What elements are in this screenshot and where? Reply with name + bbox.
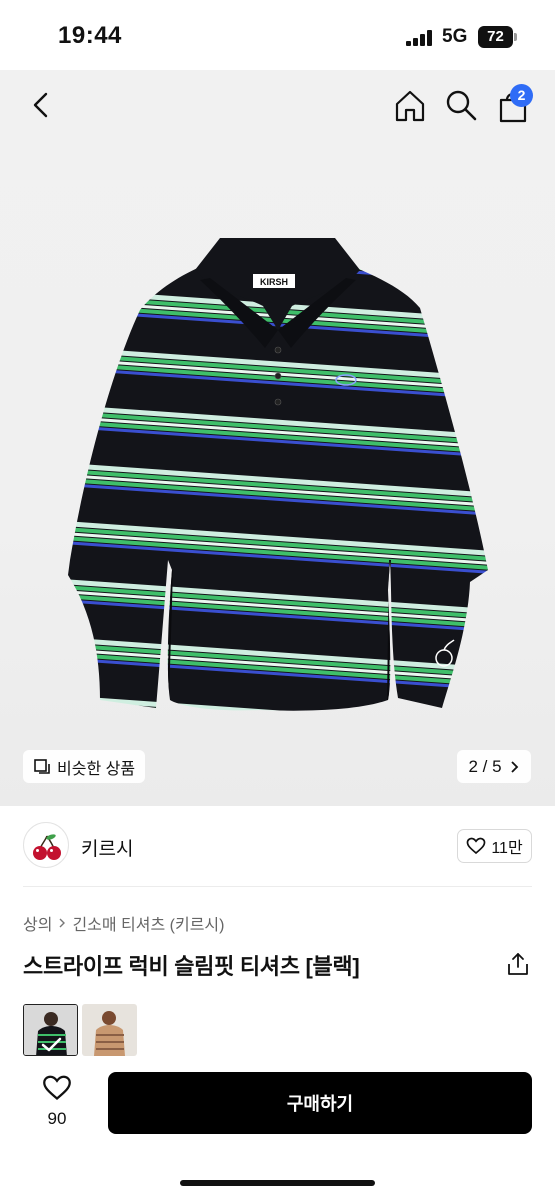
search-icon[interactable] [444, 88, 478, 122]
brand-name[interactable]: 키르시 [81, 834, 133, 861]
share-icon[interactable] [505, 951, 531, 977]
variant-thumbnail-black[interactable] [23, 1004, 78, 1056]
similar-products-label: 비슷한 상품 [57, 760, 136, 778]
battery-icon: 72 [478, 26, 518, 48]
status-time: 19:44 [58, 22, 122, 49]
brand-logo[interactable] [23, 822, 69, 868]
network-type: 5G [442, 26, 468, 47]
gallery-page-indicator[interactable]: 2 / 5 [457, 750, 531, 783]
battery-level: 72 [478, 26, 513, 48]
copy-icon [34, 758, 50, 774]
chevron-right-icon [510, 760, 518, 773]
product-image: KIRSH [68, 238, 488, 711]
breadcrumb: 상의 긴소매 티셔츠 (키르시) [23, 911, 224, 935]
breadcrumb-subcategory[interactable]: 긴소매 티셔츠 (키르시) [72, 911, 224, 935]
divider [23, 886, 532, 887]
wishlist-count: 90 [47, 1109, 67, 1128]
home-icon[interactable] [392, 88, 428, 124]
similar-products-button[interactable]: 비슷한 상품 [23, 750, 146, 783]
heart-icon [43, 1075, 71, 1100]
garment-logo-tag: KIRSH [260, 277, 288, 287]
brand-row[interactable]: 키르시 11만 [23, 822, 532, 870]
variant-thumbnail-beige[interactable] [82, 1004, 137, 1056]
bottom-action-bar: 90 구매하기 [0, 1058, 555, 1200]
gallery-page-text: 2 / 5 [468, 756, 502, 776]
signal-icon [406, 30, 432, 46]
buy-button[interactable]: 구매하기 [108, 1072, 532, 1134]
brand-like-button[interactable]: 11만 [457, 829, 532, 863]
product-title: 스트라이프 럭비 슬림핏 티셔츠 [블랙] [23, 954, 360, 979]
breadcrumb-category[interactable]: 상의 [23, 911, 52, 935]
home-indicator[interactable] [180, 1180, 375, 1186]
brand-like-count: 11만 [491, 840, 523, 857]
status-bar: 19:44 5G 72 [0, 0, 555, 70]
chevron-right-icon [59, 918, 66, 928]
heart-icon [466, 837, 486, 855]
wishlist-button[interactable]: 90 [36, 1074, 78, 1129]
back-arrow-icon[interactable] [26, 90, 56, 120]
cherry-icon [33, 834, 61, 860]
cart-count-badge: 2 [510, 84, 533, 107]
product-gallery[interactable]: 2 KIRSH 비슷한 상품 2 / 5 [0, 70, 555, 806]
